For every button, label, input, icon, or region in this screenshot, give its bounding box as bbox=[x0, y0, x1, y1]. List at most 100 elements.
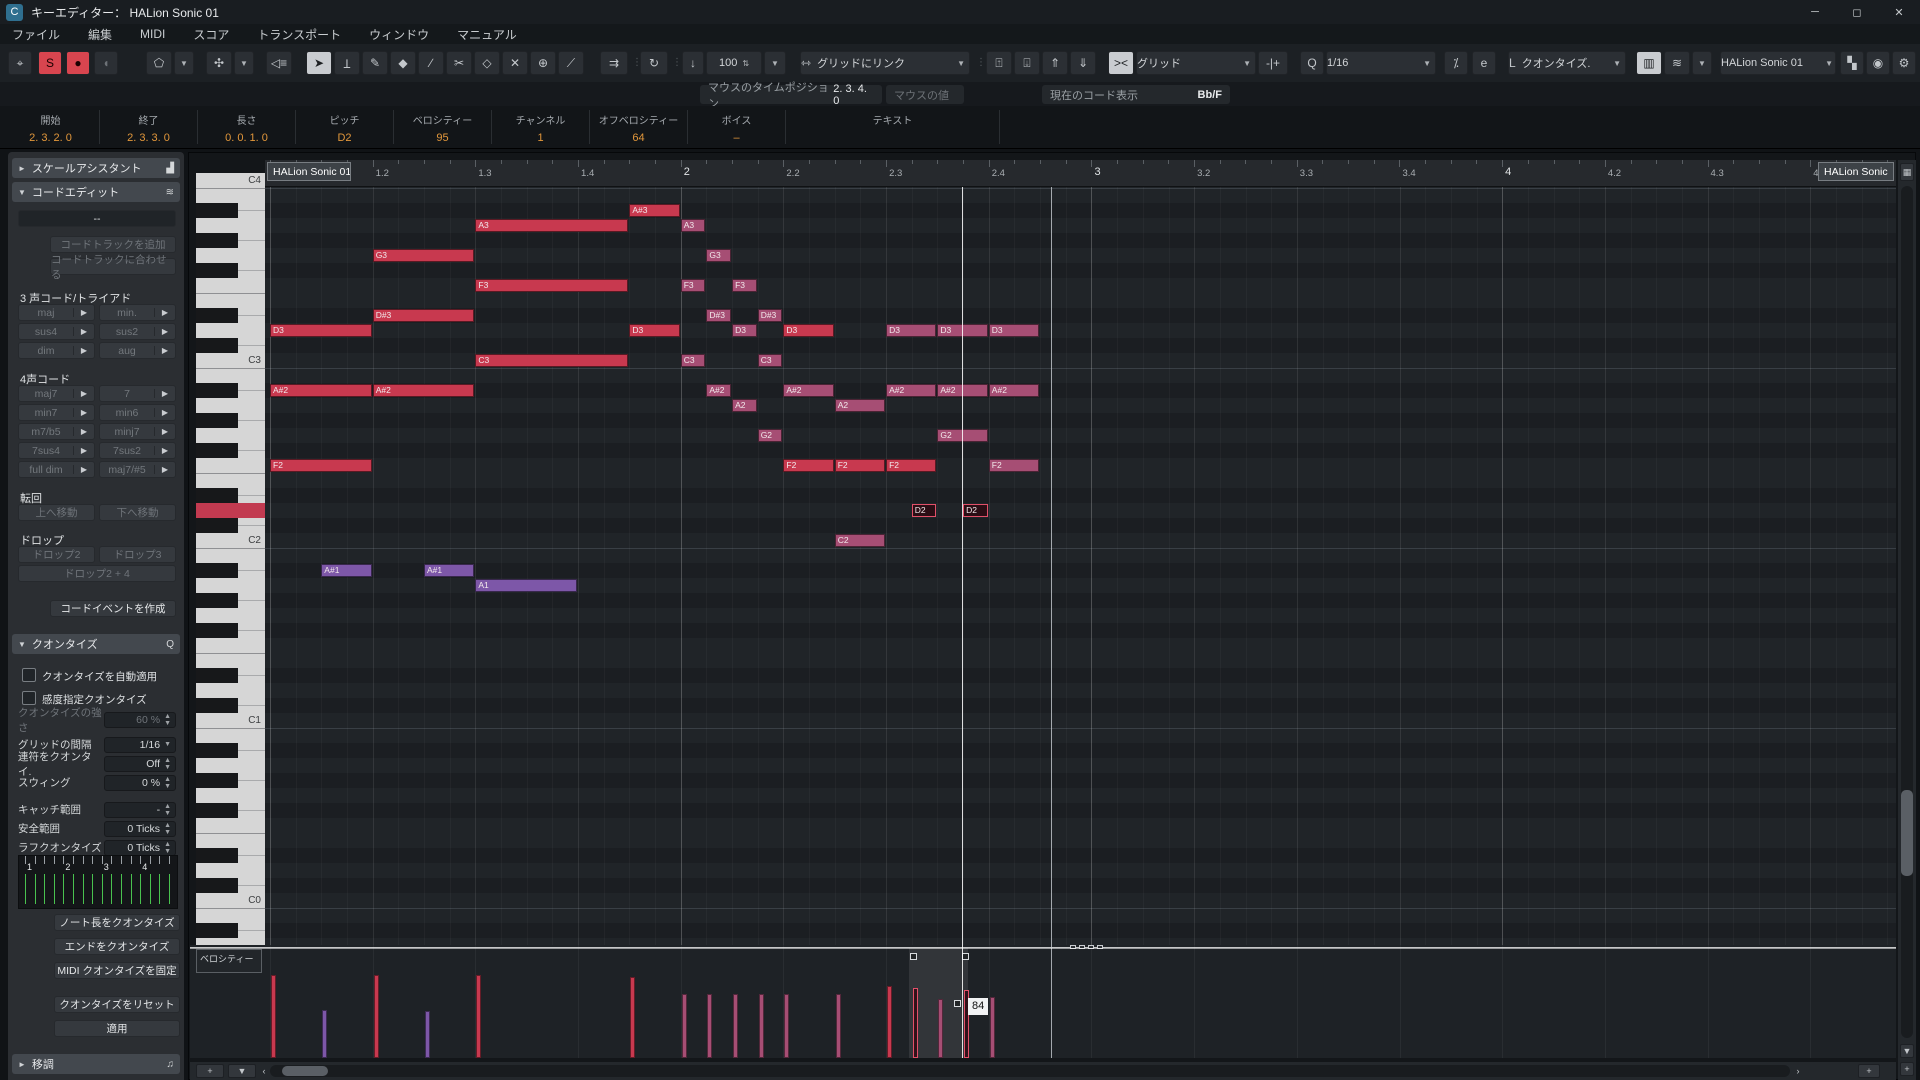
chord-play-icon[interactable]: ▶ bbox=[73, 446, 94, 455]
note-grid[interactable]: D3A#2F2A#1G3D#3A#2A#1A3F3C3A1A#3D3A3F3C3… bbox=[265, 173, 1896, 945]
quantize-row-value[interactable]: Off▲▼ bbox=[104, 756, 176, 772]
triad-dim[interactable]: dim▶ bbox=[18, 342, 95, 359]
midi-note-A1[interactable]: A1 bbox=[475, 579, 577, 592]
black-key[interactable] bbox=[196, 443, 238, 458]
drop24-button[interactable]: ドロップ2 + 4 bbox=[18, 565, 176, 582]
black-key[interactable] bbox=[196, 698, 238, 713]
chord-play-icon[interactable]: ▶ bbox=[154, 465, 175, 474]
part-start-label[interactable]: HALion Sonic 01 bbox=[267, 162, 351, 181]
info-field-7[interactable]: ボイス– bbox=[688, 110, 786, 144]
quantize-row-value[interactable]: 0 %▲▼ bbox=[104, 775, 176, 791]
quantize-row-value[interactable]: -▲▼ bbox=[104, 802, 176, 818]
velocity-bar[interactable] bbox=[784, 994, 789, 1058]
quantize-panel-icon[interactable]: e bbox=[1472, 51, 1496, 75]
velocity-bar[interactable] bbox=[707, 994, 712, 1058]
midi-note-C3[interactable]: C3 bbox=[681, 354, 706, 367]
scroll-left-icon[interactable]: ‹ bbox=[260, 1064, 268, 1078]
minimize-icon[interactable]: ─ bbox=[1794, 0, 1836, 24]
black-key[interactable] bbox=[196, 338, 238, 353]
midi-note-C2[interactable]: C2 bbox=[835, 534, 885, 547]
black-key[interactable] bbox=[196, 518, 238, 533]
velocity-bar[interactable] bbox=[682, 994, 687, 1058]
velocity-bar[interactable] bbox=[836, 994, 841, 1058]
midi-note-D2[interactable]: D2 bbox=[963, 504, 988, 517]
velocity-bar[interactable] bbox=[322, 1010, 327, 1058]
triad-sus4[interactable]: sus4▶ bbox=[18, 323, 95, 340]
menu-item-3[interactable]: スコア bbox=[193, 26, 229, 43]
black-key[interactable] bbox=[196, 488, 238, 503]
horizontal-scrollbar[interactable]: + ▼ ‹ › + bbox=[190, 1062, 1896, 1080]
draw-tool[interactable]: ✎ bbox=[362, 51, 388, 75]
chord-play-icon[interactable]: ▶ bbox=[73, 408, 94, 417]
seventh-minj7[interactable]: minj7▶ bbox=[99, 423, 176, 440]
black-key[interactable] bbox=[196, 668, 238, 683]
midi-note-A#1[interactable]: A#1 bbox=[321, 564, 371, 577]
velocity-bar[interactable] bbox=[374, 975, 379, 1058]
velocity-bar[interactable] bbox=[759, 994, 764, 1058]
autoscroll-button[interactable]: ⇉ bbox=[600, 51, 628, 75]
vertical-scrollbar[interactable]: ▦ ▼ + bbox=[1898, 160, 1916, 1080]
auto-quantize-checkbox[interactable] bbox=[22, 668, 36, 682]
velocity-bar[interactable] bbox=[913, 988, 918, 1058]
triad-min[interactable]: min.▶ bbox=[99, 304, 176, 321]
pin-icon[interactable]: ⌖ bbox=[8, 51, 32, 75]
seventh-fulldim[interactable]: full dim▶ bbox=[18, 461, 95, 478]
quantize-icon[interactable]: Q bbox=[1300, 51, 1324, 75]
midi-note-F2[interactable]: F2 bbox=[783, 459, 833, 472]
stepper-icon[interactable]: ▲▼ bbox=[164, 822, 171, 836]
drop2-button[interactable]: ドロップ2 bbox=[18, 546, 95, 563]
acoustic-feedback-icon[interactable]: ◖ bbox=[94, 51, 118, 75]
chord-play-icon[interactable]: ▶ bbox=[154, 427, 175, 436]
midi-note-D3[interactable]: D3 bbox=[783, 324, 833, 337]
seventh-min6[interactable]: min6▶ bbox=[99, 404, 176, 421]
info-field-5[interactable]: チャンネル1 bbox=[492, 110, 590, 144]
menu-item-2[interactable]: MIDI bbox=[140, 27, 165, 41]
create-chord-event-button[interactable]: コードイベントを作成 bbox=[50, 600, 176, 617]
scale-assistant-header[interactable]: ►スケールアシスタント▟ bbox=[12, 158, 180, 178]
chord-play-icon[interactable]: ▶ bbox=[154, 327, 175, 336]
midi-note-D3[interactable]: D3 bbox=[732, 324, 757, 337]
snap-toggle-icon[interactable]: >< bbox=[1108, 51, 1134, 75]
independent-loop-button[interactable]: ↻ bbox=[640, 51, 668, 75]
hscroll-thumb[interactable] bbox=[282, 1066, 328, 1076]
midi-note-G3[interactable]: G3 bbox=[373, 249, 475, 262]
mute-tool[interactable]: ✕ bbox=[502, 51, 528, 75]
velocity-bar[interactable] bbox=[990, 997, 995, 1058]
black-key[interactable] bbox=[196, 308, 238, 323]
stepper-icon[interactable]: ▲▼ bbox=[164, 803, 171, 817]
midi-note-D3[interactable]: D3 bbox=[989, 324, 1039, 337]
midi-note-A3[interactable]: A3 bbox=[475, 219, 628, 232]
menu-item-4[interactable]: トランスポート bbox=[257, 26, 341, 43]
iterative-quantize-checkbox[interactable] bbox=[22, 691, 36, 705]
record-midi-button[interactable]: ● bbox=[66, 51, 90, 75]
chord-play-icon[interactable]: ▶ bbox=[154, 308, 175, 317]
step-input-icon[interactable]: ✣ bbox=[206, 51, 232, 75]
hzoom-in-button[interactable]: + bbox=[1858, 1064, 1880, 1078]
selection-handle[interactable] bbox=[910, 953, 917, 960]
midi-note-A#2[interactable]: A#2 bbox=[783, 384, 833, 397]
timewarp-tool[interactable]: ⟋ bbox=[558, 51, 584, 75]
black-key[interactable] bbox=[196, 203, 238, 218]
midi-note-D3[interactable]: D3 bbox=[886, 324, 936, 337]
chord-play-icon[interactable]: ▶ bbox=[73, 427, 94, 436]
seventh-maj7[interactable]: maj7▶ bbox=[18, 385, 95, 402]
lane-select-dropdown[interactable]: ▼ bbox=[228, 1064, 256, 1078]
timeline-ruler[interactable]: 1.21.31.422.22.32.433.23.33.444.24.34.4H… bbox=[265, 160, 1896, 187]
menu-item-6[interactable]: マニュアル bbox=[457, 26, 517, 43]
move-up-icon[interactable]: ⇑ bbox=[1042, 51, 1068, 75]
vzoom-dropdown[interactable]: ▼ bbox=[1900, 1044, 1914, 1058]
menu-item-0[interactable]: ファイル bbox=[12, 26, 60, 43]
midi-note-G3[interactable]: G3 bbox=[706, 249, 731, 262]
close-icon[interactable]: ✕ bbox=[1878, 0, 1920, 24]
solo-button[interactable]: S bbox=[38, 51, 62, 75]
part-select-dropdown[interactable]: HALion Sonic 01▼ bbox=[1720, 51, 1836, 75]
scroll-right-icon[interactable]: › bbox=[1794, 1064, 1802, 1078]
midi-note-A#2[interactable]: A#2 bbox=[373, 384, 475, 397]
quantize-strength-value[interactable]: 60 %▲▼ bbox=[104, 712, 176, 728]
snap-offset-button[interactable]: -|+ bbox=[1258, 51, 1288, 75]
quantize-action-b0[interactable]: クオンタイズをリセット bbox=[54, 996, 180, 1013]
midi-note-G2[interactable]: G2 bbox=[758, 429, 783, 442]
menu-item-1[interactable]: 編集 bbox=[88, 26, 112, 43]
insert-velocity-dropdown[interactable]: ▼ bbox=[764, 51, 786, 75]
split-tool[interactable]: ✂ bbox=[446, 51, 472, 75]
